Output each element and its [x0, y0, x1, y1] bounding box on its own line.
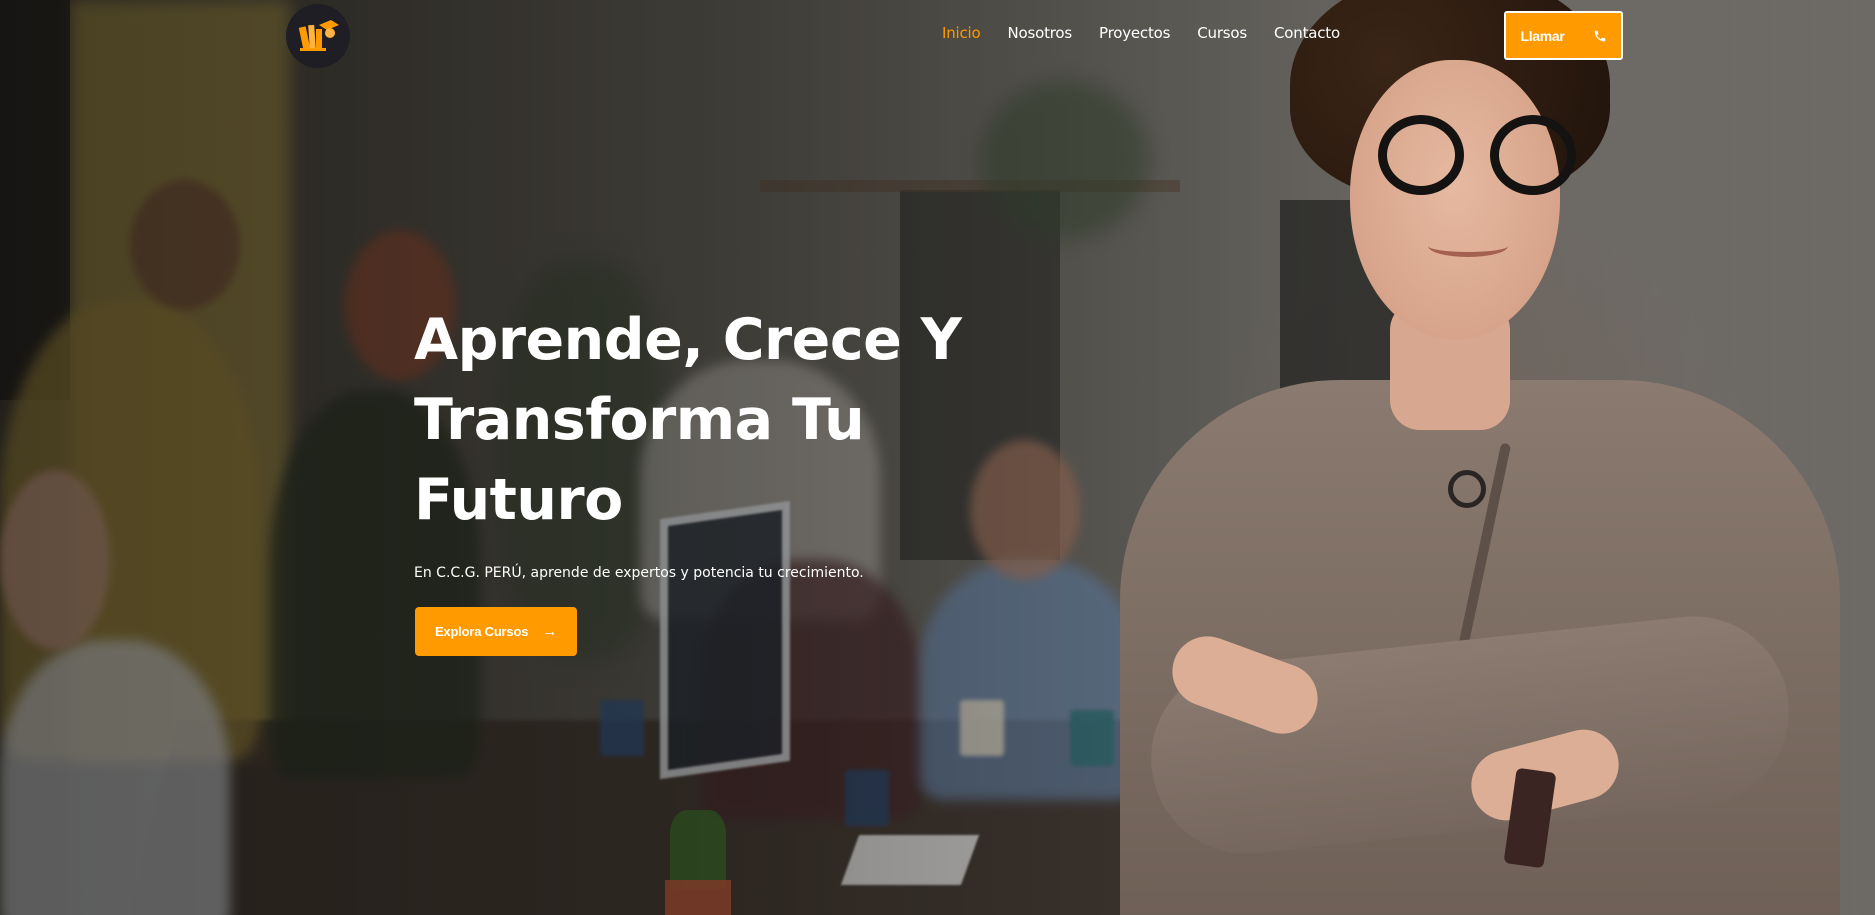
nav-item-inicio[interactable]: Inicio [942, 24, 981, 42]
glasses-lens [1378, 115, 1464, 195]
hero-subtitle: En C.C.G. PERÚ, aprende de expertos y po… [414, 565, 864, 581]
hero-title-line: Aprende, Crece Y [414, 307, 962, 373]
nav-item-cursos[interactable]: Cursos [1197, 24, 1247, 42]
nav-item-contacto[interactable]: Contacto [1274, 24, 1340, 42]
arrow-right-icon: → [542, 623, 558, 640]
woman-smile [1428, 235, 1508, 257]
site-logo[interactable] [286, 4, 350, 68]
zipper-ring [1448, 470, 1486, 508]
phone-icon [1594, 30, 1605, 41]
books-graduation-icon [298, 20, 339, 51]
hero-title: Aprende, Crece Y Transforma Tu Futuro [414, 300, 1034, 540]
main-nav: Inicio Nosotros Proyectos Cursos Contact… [942, 24, 1340, 42]
hero-title-line: Futuro [414, 467, 623, 533]
glasses-lens [1490, 115, 1576, 195]
call-button-label: Llamar [1520, 27, 1565, 44]
woman-face [1350, 60, 1560, 340]
explore-courses-button[interactable]: Explora Cursos → [415, 607, 577, 656]
hero-title-line: Transforma Tu [414, 387, 865, 453]
nav-item-nosotros[interactable]: Nosotros [1008, 24, 1073, 42]
hero-woman-figure [1090, 0, 1840, 915]
nav-item-proyectos[interactable]: Proyectos [1099, 24, 1170, 42]
explore-courses-label: Explora Cursos [434, 624, 529, 639]
call-button[interactable]: Llamar [1504, 11, 1623, 60]
